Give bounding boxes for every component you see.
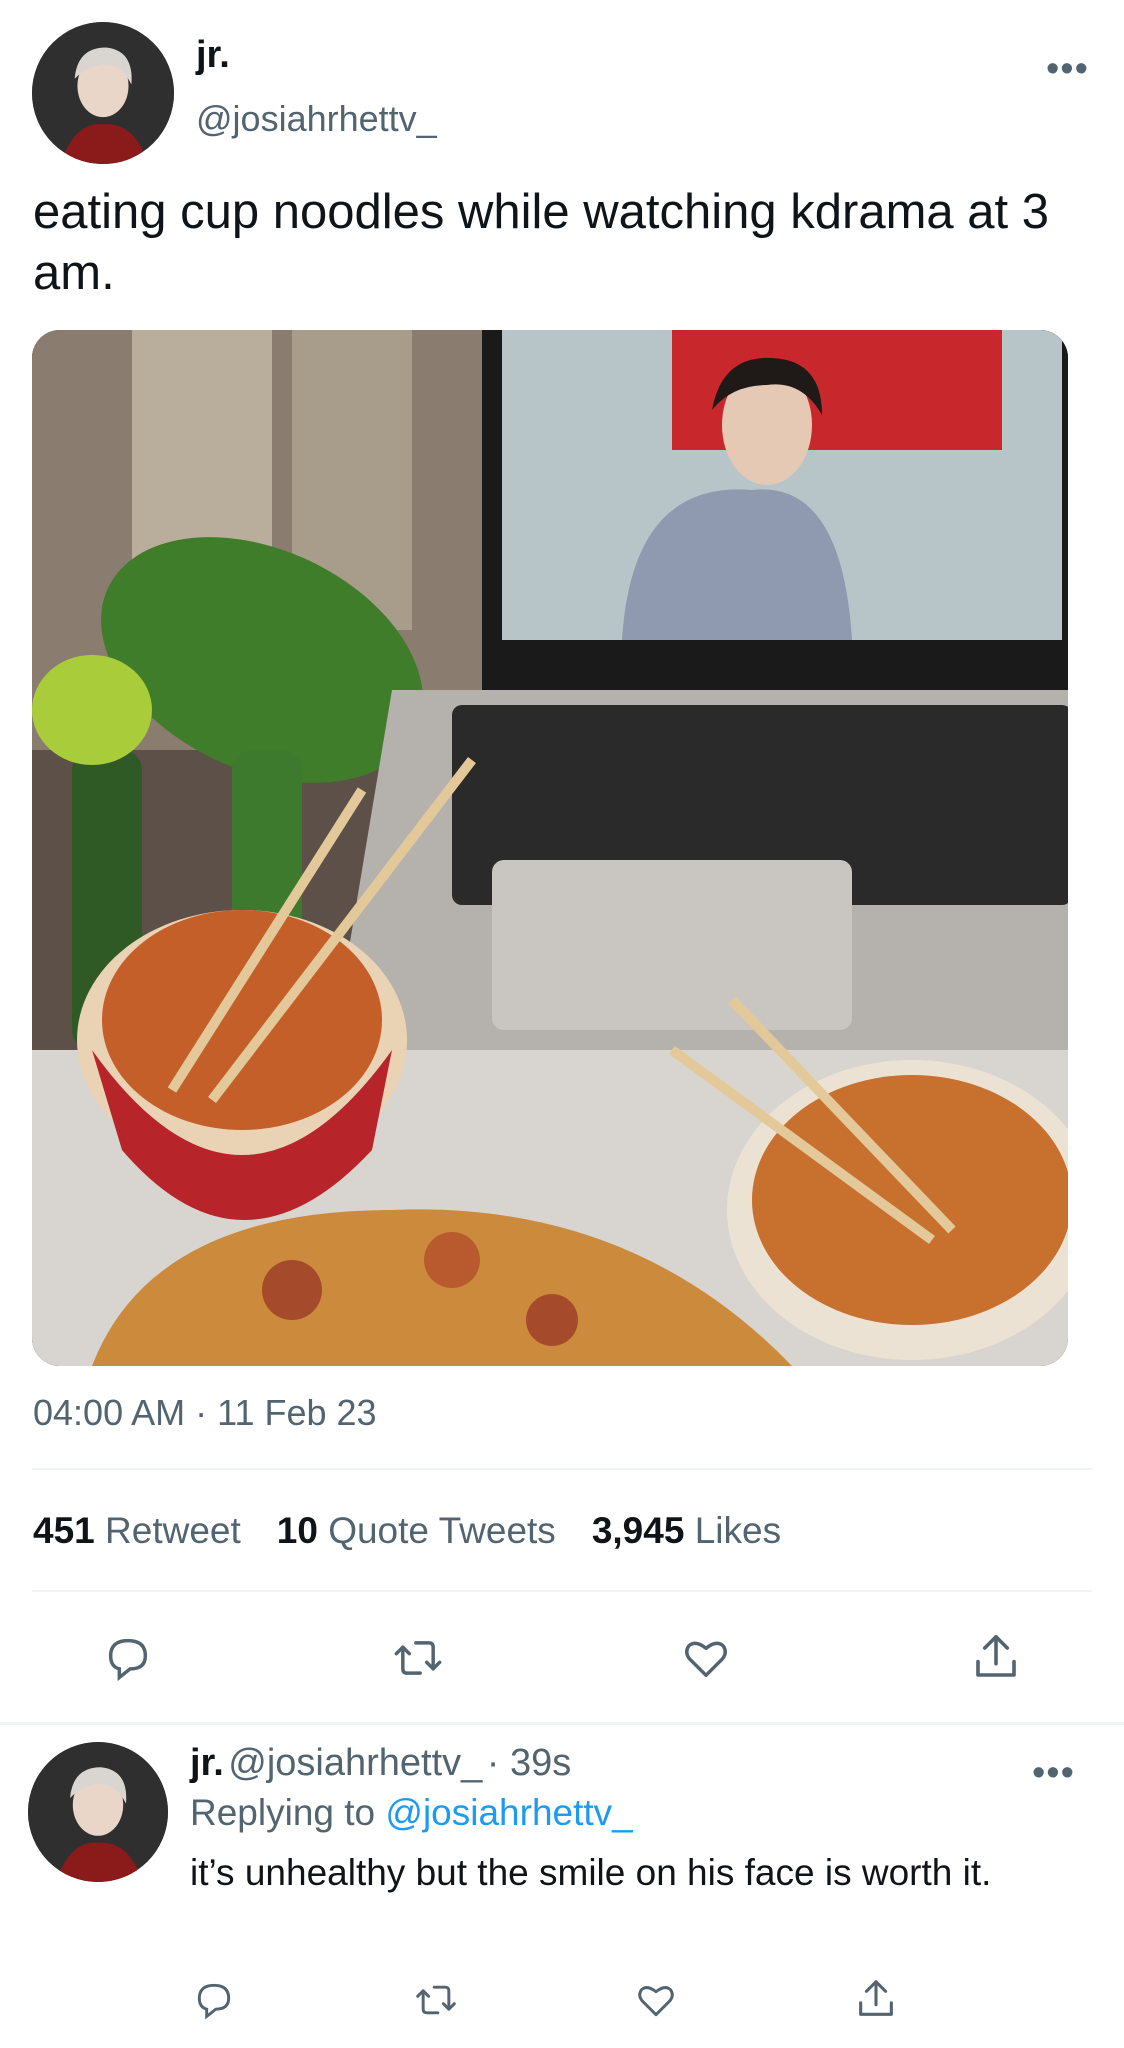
reply-header: jr. @josiahrhettv_ · 39s	[190, 1742, 571, 1785]
tweet-photo[interactable]	[32, 330, 1068, 1366]
reply-text: it’s unhealthy but the smile on his face…	[190, 1852, 992, 1893]
reply-retweet-icon[interactable]	[410, 1978, 462, 2022]
replying-prefix: Replying to	[190, 1792, 376, 1833]
reply-age: · 39s	[486, 1742, 572, 1784]
likes-count: 3,945	[591, 1510, 685, 1551]
retweets-count: 451	[33, 1510, 95, 1551]
like-icon[interactable]	[678, 1632, 734, 1684]
tweet-text: eating cup noodles while watching kdrama…	[33, 185, 1050, 300]
replying-handle-link[interactable]: @josiahrhettv_	[385, 1792, 632, 1833]
quotes-count: 10	[276, 1510, 318, 1551]
share-icon[interactable]	[968, 1630, 1024, 1684]
divider	[32, 1468, 1092, 1470]
tweet-date: 11 Feb 23	[217, 1392, 377, 1433]
quotes-label: Quote Tweets	[328, 1510, 556, 1551]
tweet-timestamp[interactable]: 04:00 AM · 11 Feb 23	[33, 1392, 377, 1434]
likes-stat[interactable]: 3,945 Likes	[592, 1510, 781, 1551]
reply-share-icon[interactable]	[852, 1976, 900, 2022]
replying-to: Replying to @josiahrhettv_	[190, 1792, 633, 1834]
date-separator: ·	[185, 1392, 218, 1433]
reply-more-icon[interactable]: •••	[1032, 1754, 1075, 1792]
retweets-label: Retweet	[105, 1510, 241, 1551]
quotes-stat[interactable]: 10 Quote Tweets	[277, 1510, 556, 1551]
divider	[32, 1590, 1092, 1592]
reply-reply-icon[interactable]	[190, 1978, 238, 2022]
author-handle[interactable]: @josiahrhettv_	[196, 98, 437, 140]
section-divider	[0, 1722, 1124, 1725]
reply-author-handle[interactable]: @josiahrhettv_	[228, 1742, 482, 1784]
reply-icon[interactable]	[100, 1632, 156, 1684]
reply-author-name[interactable]: jr.	[190, 1742, 224, 1784]
reply-like-icon[interactable]	[632, 1978, 680, 2022]
author-avatar[interactable]	[32, 22, 174, 164]
author-name[interactable]: jr.	[196, 34, 230, 77]
tweet-stats: 451 Retweet 10 Quote Tweets 3,945 Likes	[33, 1510, 817, 1552]
retweet-icon[interactable]	[388, 1632, 448, 1684]
tweet-time: 04:00 AM	[33, 1392, 186, 1433]
more-icon[interactable]: •••	[1046, 50, 1089, 88]
retweets-stat[interactable]: 451 Retweet	[33, 1510, 241, 1551]
likes-label: Likes	[694, 1510, 782, 1551]
reply-avatar[interactable]	[28, 1742, 168, 1882]
